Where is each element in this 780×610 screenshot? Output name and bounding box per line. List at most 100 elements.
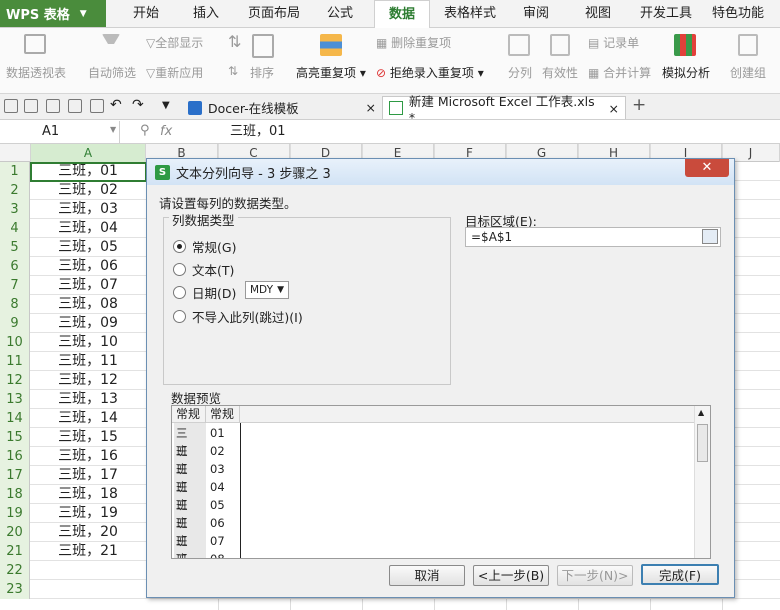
cell-a[interactable]: 三班，10: [31, 333, 145, 352]
row-header[interactable]: 19: [0, 504, 30, 523]
name-box[interactable]: A1: [0, 121, 120, 143]
preview-scrollbar[interactable]: ▲: [694, 406, 710, 558]
row-header[interactable]: 15: [0, 428, 30, 447]
row-header[interactable]: 4: [0, 219, 30, 238]
pivot-table-button[interactable]: 数据透视表: [6, 64, 66, 81]
preview-column-header[interactable]: 常规: [206, 406, 240, 423]
row-header[interactable]: 23: [0, 580, 30, 599]
row-header[interactable]: 5: [0, 238, 30, 257]
row-header[interactable]: 9: [0, 314, 30, 333]
split-columns-button[interactable]: 分列: [508, 64, 532, 81]
cell-a[interactable]: 三班，14: [31, 409, 145, 428]
radio-text[interactable]: 文本(T): [173, 260, 234, 279]
search-icon[interactable]: ⚲: [140, 123, 150, 138]
consolidate-button[interactable]: ▦ 合并计算: [588, 64, 651, 81]
row-header[interactable]: 1: [0, 162, 30, 181]
tab-page-layout[interactable]: 页面布局: [244, 0, 304, 28]
radio-indicator[interactable]: [173, 286, 186, 299]
cell-a[interactable]: 三班，03: [31, 200, 145, 219]
tab-docer-templates[interactable]: Docer-在线模板 ×: [182, 96, 382, 119]
row-header[interactable]: 3: [0, 200, 30, 219]
row-header[interactable]: 10: [0, 333, 30, 352]
row-header[interactable]: 21: [0, 542, 30, 561]
scrollbar-thumb[interactable]: [697, 424, 708, 462]
cell-a[interactable]: [31, 561, 145, 580]
row-header[interactable]: 22: [0, 561, 30, 580]
radio-indicator[interactable]: [173, 240, 186, 253]
print-icon[interactable]: [68, 99, 82, 113]
sort-descending-icon[interactable]: ⇅: [228, 64, 238, 78]
redo-icon[interactable]: ↷: [132, 97, 144, 113]
range-picker-icon[interactable]: [702, 229, 718, 244]
create-group-button[interactable]: 创建组: [730, 64, 766, 81]
finish-button[interactable]: 完成(F): [641, 564, 719, 585]
autofilter-button[interactable]: 自动筛选: [88, 64, 136, 81]
record-form-button[interactable]: ▤ 记录单: [588, 34, 639, 51]
row-header[interactable]: 8: [0, 295, 30, 314]
close-tab-icon[interactable]: ×: [366, 100, 376, 115]
next-button[interactable]: 下一步(N)>: [557, 565, 633, 586]
tab-home[interactable]: 开始: [126, 0, 166, 28]
back-button[interactable]: <上一步(B): [473, 565, 549, 586]
cell-a[interactable]: 三班，13: [31, 390, 145, 409]
tab-formulas[interactable]: 公式: [320, 0, 360, 28]
scroll-up-icon[interactable]: ▲: [698, 408, 704, 417]
cancel-button[interactable]: 取消: [389, 565, 465, 586]
cell-a[interactable]: 三班，02: [31, 181, 145, 200]
row-header[interactable]: 13: [0, 390, 30, 409]
row-header[interactable]: 2: [0, 181, 30, 200]
undo-icon[interactable]: ↶: [110, 97, 122, 113]
cell-a[interactable]: 三班，19: [31, 504, 145, 523]
cell-a[interactable]: 三班，07: [31, 276, 145, 295]
cell-a[interactable]: 三班，20: [31, 523, 145, 542]
cell-a[interactable]: 三班，15: [31, 428, 145, 447]
cell-a[interactable]: 三班，17: [31, 466, 145, 485]
dialog-title-bar[interactable]: S 文本分列向导 - 3 步骤之 3: [147, 159, 734, 185]
preview-column-header[interactable]: 常规: [172, 406, 206, 423]
open-folder-icon[interactable]: [4, 99, 18, 113]
close-tab-icon[interactable]: ×: [609, 101, 619, 116]
validity-button[interactable]: 有效性: [542, 64, 578, 81]
cell-a[interactable]: 三班，04: [31, 219, 145, 238]
close-icon[interactable]: ✕: [685, 159, 729, 177]
cell-a[interactable]: 三班，12: [31, 371, 145, 390]
row-header[interactable]: 14: [0, 409, 30, 428]
radio-indicator[interactable]: [173, 310, 186, 323]
show-all-button[interactable]: ▽全部显示: [146, 34, 203, 51]
row-header[interactable]: 16: [0, 447, 30, 466]
formula-input[interactable]: 三班，01: [230, 121, 286, 143]
select-all-corner[interactable]: [0, 144, 31, 162]
quick-access-dropdown-icon[interactable]: ▼: [162, 100, 170, 111]
cell-a[interactable]: [31, 580, 145, 599]
app-menu-button[interactable]: WPS 表格 ▼: [0, 0, 106, 27]
cell-a[interactable]: 三班，06: [31, 257, 145, 276]
new-tab-button[interactable]: +: [632, 95, 646, 115]
row-header[interactable]: 20: [0, 523, 30, 542]
row-header[interactable]: 6: [0, 257, 30, 276]
cell-a[interactable]: 三班，16: [31, 447, 145, 466]
reject-duplicates-button[interactable]: ⊘ 拒绝录入重复项 ▾: [376, 64, 484, 81]
tab-excel-workbook[interactable]: 新建 Microsoft Excel 工作表.xls * ×: [382, 94, 626, 125]
cell-a[interactable]: 三班，08: [31, 295, 145, 314]
reapply-button[interactable]: ▽重新应用: [146, 64, 203, 81]
row-header[interactable]: 17: [0, 466, 30, 485]
cell-a[interactable]: 三班，09: [31, 314, 145, 333]
fx-icon[interactable]: fx: [160, 121, 172, 143]
radio-skip-column[interactable]: 不导入此列(跳过)(I): [173, 307, 303, 326]
cell-a[interactable]: 三班，05: [31, 238, 145, 257]
row-header[interactable]: 12: [0, 371, 30, 390]
export-pdf-icon[interactable]: [46, 99, 60, 113]
chevron-down-icon[interactable]: ▼: [110, 125, 116, 134]
save-icon[interactable]: [24, 99, 38, 113]
tab-view[interactable]: 视图: [578, 0, 618, 28]
sort-az-icon[interactable]: ⇅: [228, 32, 241, 51]
highlight-duplicates-button[interactable]: 高亮重复项 ▾: [296, 64, 366, 81]
print-preview-icon[interactable]: [90, 99, 104, 113]
tab-special[interactable]: 特色功能: [708, 0, 768, 28]
tab-review[interactable]: 审阅: [516, 0, 556, 28]
row-header[interactable]: 7: [0, 276, 30, 295]
tab-table-style[interactable]: 表格样式: [440, 0, 500, 28]
date-format-select[interactable]: MDY ▼: [245, 281, 289, 299]
radio-date[interactable]: 日期(D): [173, 283, 236, 302]
column-header-a[interactable]: A: [31, 144, 146, 162]
